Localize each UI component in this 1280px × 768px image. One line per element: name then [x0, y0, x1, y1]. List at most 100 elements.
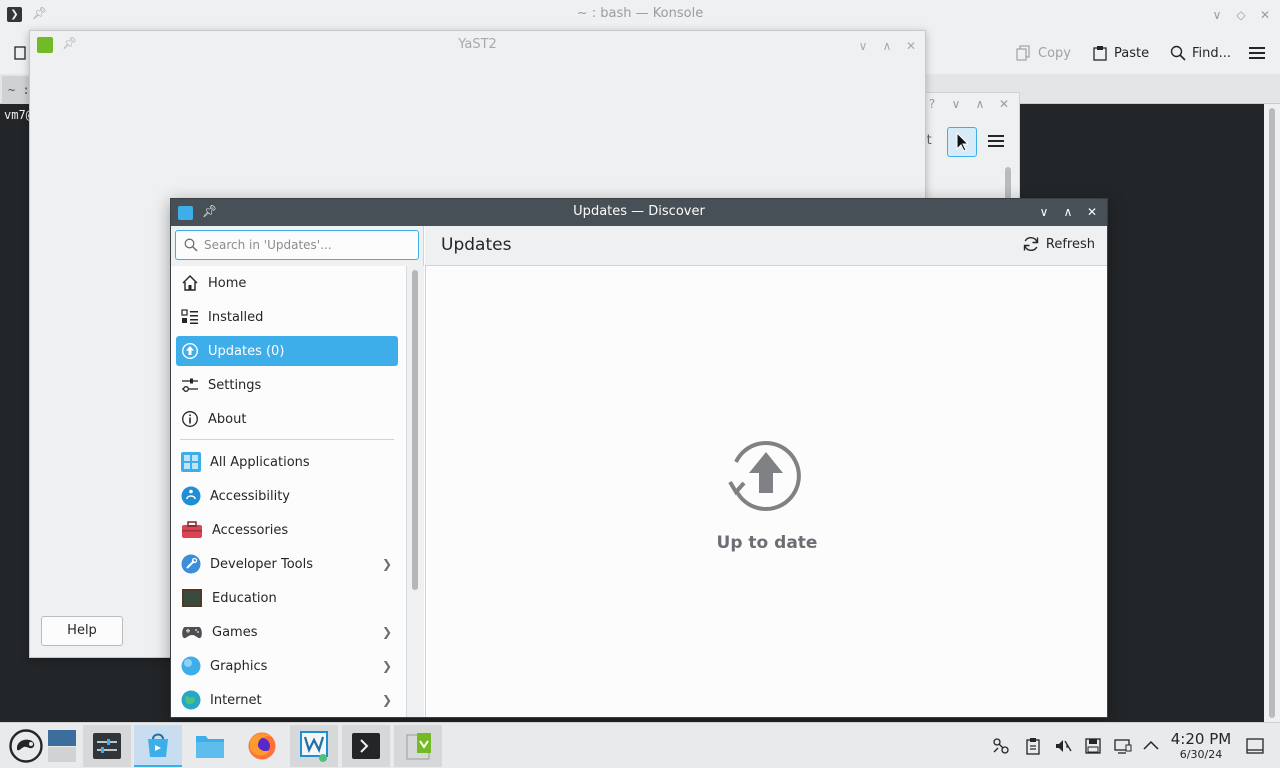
help-button[interactable]: Help [41, 616, 123, 646]
copy-button[interactable]: Copy [1016, 42, 1071, 64]
clock-date[interactable]: 6/30/24 [1168, 748, 1234, 761]
discover-titlebar[interactable]: 📌︎ Updates — Discover ∨ ∧ ✕ [171, 199, 1107, 226]
search-box[interactable] [175, 230, 419, 260]
category-label: Accessibility [210, 488, 290, 504]
category-accessories[interactable]: Accessories [176, 515, 398, 545]
clock-time[interactable]: 4:20 PM [1168, 730, 1234, 748]
task-file-manager[interactable] [186, 725, 234, 767]
refresh-button[interactable]: Refresh [1022, 235, 1095, 253]
category-developer-tools[interactable]: Developer Tools ❯ [176, 549, 398, 579]
desktop-pager[interactable] [40, 725, 84, 767]
search-input[interactable] [204, 238, 404, 252]
page-title: Updates [441, 235, 512, 255]
nav-label: Home [208, 275, 247, 291]
terminal-scrollbar[interactable] [1264, 104, 1280, 722]
yast-icon [406, 733, 431, 760]
copy-label: Copy [1038, 45, 1071, 61]
up-to-date-icon [728, 441, 801, 511]
chevron-up-icon[interactable] [1142, 737, 1160, 755]
close-button[interactable]: ✕ [1256, 6, 1274, 24]
category-label: Accessories [212, 522, 289, 538]
clipboard-icon[interactable] [1024, 737, 1042, 755]
category-label: Graphics [210, 658, 268, 674]
new-tab-button[interactable] [14, 42, 28, 64]
paste-icon [1093, 46, 1107, 61]
maximize-button[interactable]: ∧ [1059, 203, 1077, 221]
nav-item-home[interactable]: Home [176, 268, 398, 298]
minimize-button[interactable]: ∨ [1208, 6, 1226, 24]
discover-title: Updates — Discover [573, 204, 705, 219]
task-firefox[interactable] [238, 725, 286, 767]
category-label: All Applications [210, 454, 310, 470]
refresh-icon [1023, 236, 1039, 252]
minimize-button[interactable]: ∨ [854, 37, 872, 55]
category-all-applications[interactable]: All Applications [176, 447, 398, 477]
minimize-button[interactable]: ∨ [1035, 203, 1053, 221]
nav-list: Home Installed Updates (0) Settings Abou… [171, 266, 406, 717]
maximize-button[interactable]: ∧ [878, 37, 896, 55]
chevron-right-icon: ❯ [381, 693, 392, 707]
sidebar-scrollbar[interactable] [406, 266, 424, 717]
close-button[interactable]: ✕ [902, 37, 920, 55]
graphics-icon [181, 656, 201, 676]
category-accessibility[interactable]: Accessibility [176, 481, 398, 511]
hamburger-menu-icon [1249, 47, 1265, 59]
nav-label: Settings [208, 377, 262, 393]
category-education[interactable]: Education [176, 583, 398, 613]
chevron-right-icon: ❯ [381, 659, 392, 673]
discover-icon [148, 733, 168, 757]
task-system-settings[interactable] [83, 725, 131, 767]
show-desktop-icon[interactable] [1246, 737, 1264, 755]
nav-item-about[interactable]: About [176, 404, 398, 434]
task-kwrite[interactable] [290, 725, 338, 767]
pointer-tool-button[interactable] [947, 127, 977, 157]
terminal-scrollbar-thumb[interactable] [1269, 108, 1275, 718]
close-button[interactable]: ✕ [1083, 203, 1101, 221]
task-discover[interactable] [134, 725, 182, 767]
category-label: Developer Tools [210, 556, 314, 572]
opensuse-logo-icon [9, 729, 43, 763]
games-icon [182, 627, 202, 639]
nav-item-settings[interactable]: Settings [176, 370, 398, 400]
scrollbar-thumb[interactable] [1005, 167, 1011, 201]
category-games[interactable]: Games ❯ [176, 617, 398, 647]
firefox-icon [248, 732, 276, 760]
minimize-button[interactable]: ∨ [947, 95, 965, 113]
category-internet[interactable]: Internet ❯ [176, 685, 398, 715]
chevron-right-icon: ❯ [381, 625, 392, 639]
network-icon[interactable] [992, 737, 1010, 755]
category-label: Education [212, 590, 277, 606]
display-icon[interactable] [1114, 737, 1132, 755]
konsole-menu-button[interactable] [1248, 42, 1266, 64]
nav-item-updates[interactable]: Updates (0) [176, 336, 398, 366]
disk-icon[interactable] [1084, 737, 1102, 755]
task-yast[interactable] [394, 725, 442, 767]
close-button[interactable]: ✕ [995, 95, 1013, 113]
virtual-desktop-icon [48, 730, 76, 762]
category-label: Internet [210, 692, 262, 708]
copy-icon [1016, 45, 1030, 61]
maximize-button[interactable]: ∧ [971, 95, 989, 113]
home-icon [182, 275, 198, 291]
paste-label: Paste [1114, 45, 1150, 61]
taskbar: 4:20 PM 6/30/24 [0, 722, 1280, 768]
yast-title: YaST2 [458, 37, 497, 52]
settings-icon [182, 378, 198, 392]
konsole-titlebar[interactable]: ❯ 📌︎ ~ : bash — Konsole ∨ ◇ ✕ [0, 0, 1280, 30]
education-icon [182, 589, 202, 607]
nav-item-installed[interactable]: Installed [176, 302, 398, 332]
cursor-arrow-icon [956, 131, 970, 152]
paste-button[interactable]: Paste [1092, 42, 1149, 64]
status-text: Up to date [716, 533, 818, 553]
hamburger-menu-icon[interactable] [987, 133, 1005, 153]
sidebar-scrollbar-thumb[interactable] [412, 270, 418, 590]
category-graphics[interactable]: Graphics ❯ [176, 651, 398, 681]
task-konsole[interactable] [342, 725, 390, 767]
chevron-right-icon: ❯ [381, 557, 392, 571]
volume-muted-icon[interactable] [1054, 737, 1072, 755]
category-label: Games [212, 624, 258, 640]
accessibility-icon [181, 486, 201, 506]
maximize-button[interactable]: ◇ [1232, 6, 1250, 24]
find-button[interactable]: Find... [1170, 42, 1231, 64]
installed-icon [181, 309, 198, 324]
